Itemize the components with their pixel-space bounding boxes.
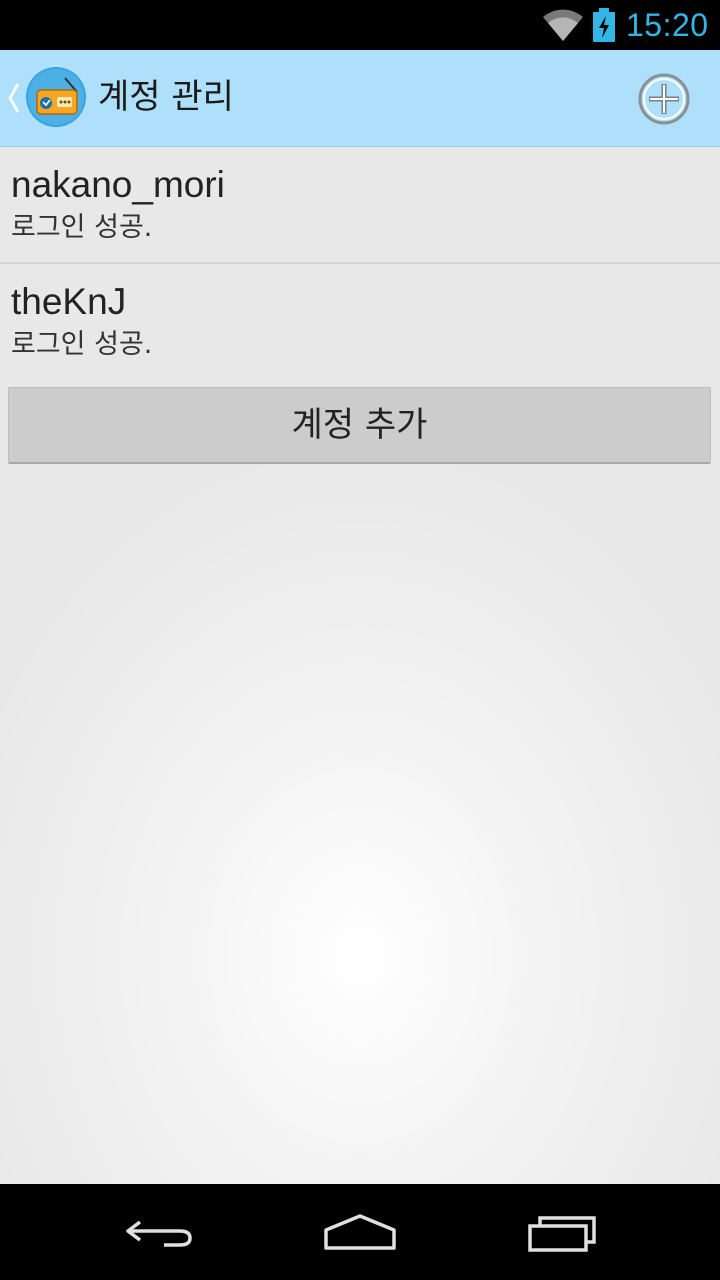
home-icon[interactable] [322, 1212, 398, 1252]
radio-app-icon[interactable] [25, 66, 87, 128]
account-status: 로그인 성공. [11, 329, 153, 360]
navigation-bar [0, 1184, 720, 1280]
up-caret-icon[interactable] [6, 80, 20, 116]
back-icon[interactable] [124, 1214, 196, 1250]
action-bar: 계정 관리 [0, 50, 720, 147]
wifi-icon [543, 9, 583, 42]
account-name: nakano_mori [11, 164, 225, 205]
screen: 15:20 계정 관리 nakano_mori 로그인 성공. theKnJ 로… [0, 0, 720, 1280]
add-circle-icon[interactable] [636, 71, 692, 127]
account-list-item[interactable]: nakano_mori 로그인 성공. [0, 147, 720, 264]
status-bar: 15:20 [0, 0, 720, 50]
account-status: 로그인 성공. [11, 212, 153, 243]
status-time: 15:20 [626, 7, 709, 43]
add-account-button[interactable]: 계정 추가 [8, 387, 711, 464]
battery-charging-icon [593, 8, 615, 42]
page-title: 계정 관리 [98, 77, 234, 117]
account-name: theKnJ [11, 281, 127, 322]
account-list-item[interactable]: theKnJ 로그인 성공. [0, 264, 720, 379]
recents-icon[interactable] [526, 1210, 598, 1254]
account-list-content: nakano_mori 로그인 성공. theKnJ 로그인 성공. 계정 추가 [0, 147, 720, 1184]
